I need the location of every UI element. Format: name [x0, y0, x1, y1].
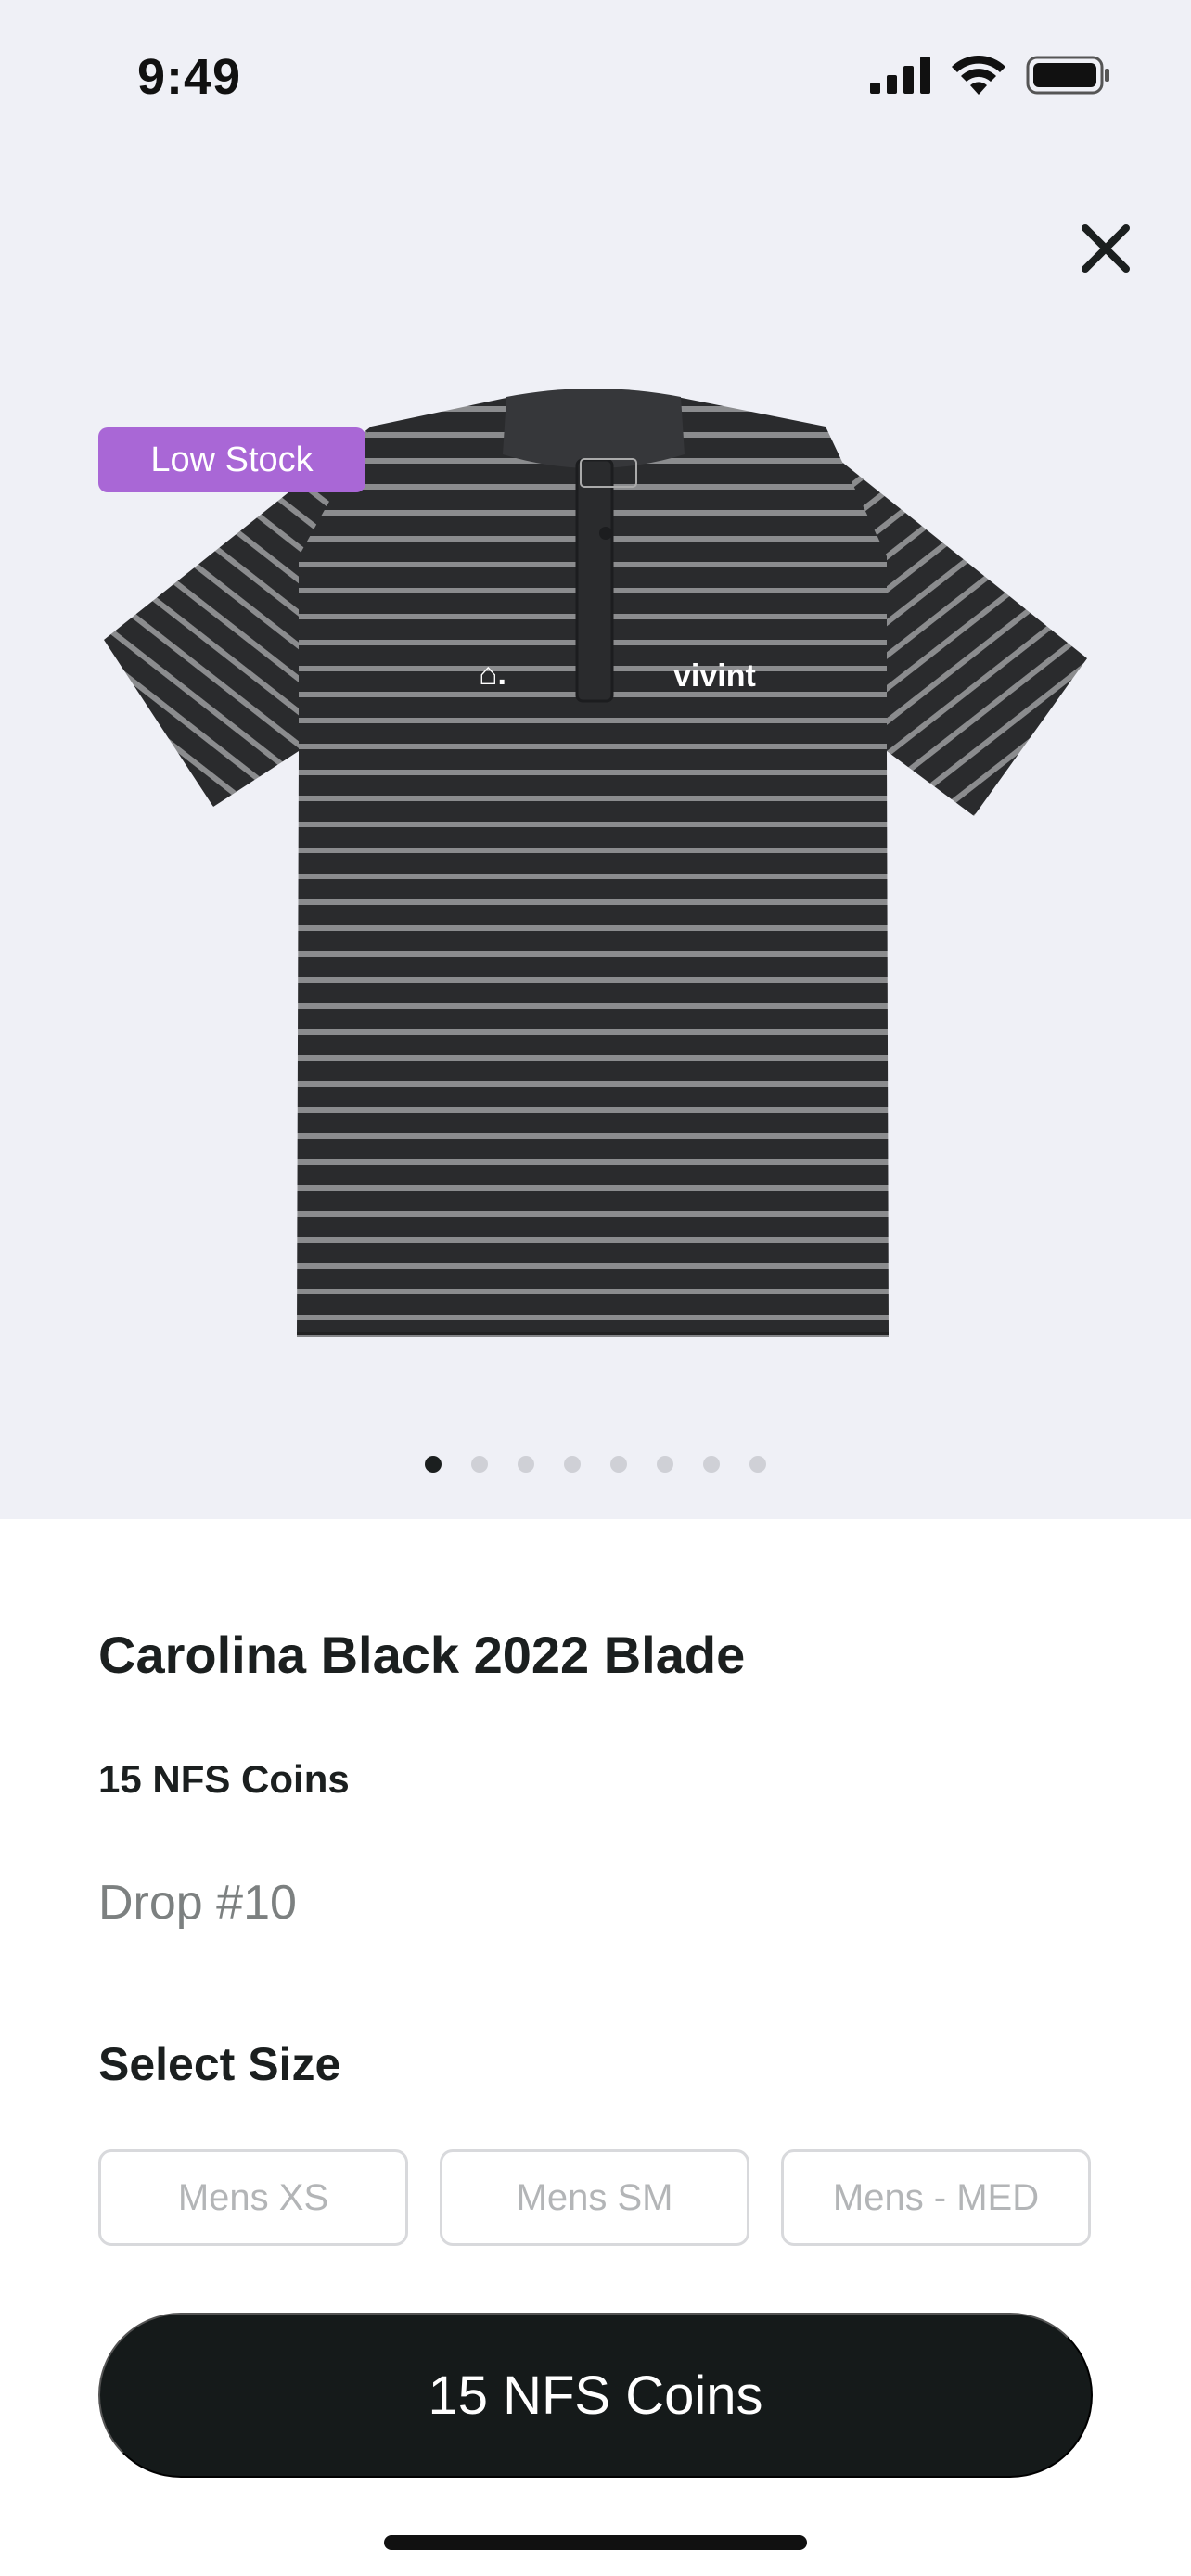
- carousel-dot[interactable]: [610, 1456, 627, 1473]
- carousel-dot[interactable]: [518, 1456, 534, 1473]
- cellular-signal-icon: [870, 57, 930, 94]
- product-hero: 9:49 ⌂. vivint Low Stock: [0, 0, 1191, 1519]
- drop-number: Drop #10: [98, 1876, 297, 1930]
- carousel-dot[interactable]: [564, 1456, 581, 1473]
- carousel-dot[interactable]: [471, 1456, 488, 1473]
- size-option-mens-xs[interactable]: Mens XS: [98, 2149, 408, 2246]
- stock-badge: Low Stock: [98, 427, 365, 492]
- carousel-dot[interactable]: [749, 1456, 766, 1473]
- battery-icon: [1026, 56, 1109, 95]
- select-size-heading: Select Size: [98, 2038, 341, 2090]
- status-time: 9:49: [137, 49, 242, 105]
- carousel-dots: [0, 1456, 1191, 1473]
- logo-mark: ⌂.: [479, 657, 506, 692]
- home-indicator[interactable]: [384, 2535, 807, 2550]
- size-options: Mens XS Mens SM Mens - MED: [98, 2149, 1091, 2246]
- status-bar: 9:49: [0, 0, 1191, 158]
- carousel-dot[interactable]: [657, 1456, 673, 1473]
- size-option-mens-med[interactable]: Mens - MED: [781, 2149, 1091, 2246]
- carousel-dot[interactable]: [425, 1456, 442, 1473]
- wifi-icon: [952, 56, 1005, 95]
- product-title: Carolina Black 2022 Blade: [98, 1626, 746, 1684]
- brand-logo-text: vivint: [673, 658, 756, 694]
- close-button[interactable]: [1069, 211, 1143, 286]
- status-icons: [870, 56, 1111, 95]
- size-option-mens-sm[interactable]: Mens SM: [440, 2149, 749, 2246]
- purchase-button[interactable]: 15 NFS Coins: [98, 2313, 1093, 2478]
- close-icon: [1082, 224, 1130, 273]
- carousel-dot[interactable]: [703, 1456, 720, 1473]
- product-image[interactable]: ⌂. vivint: [93, 371, 1098, 1372]
- product-price: 15 NFS Coins: [98, 1757, 350, 1801]
